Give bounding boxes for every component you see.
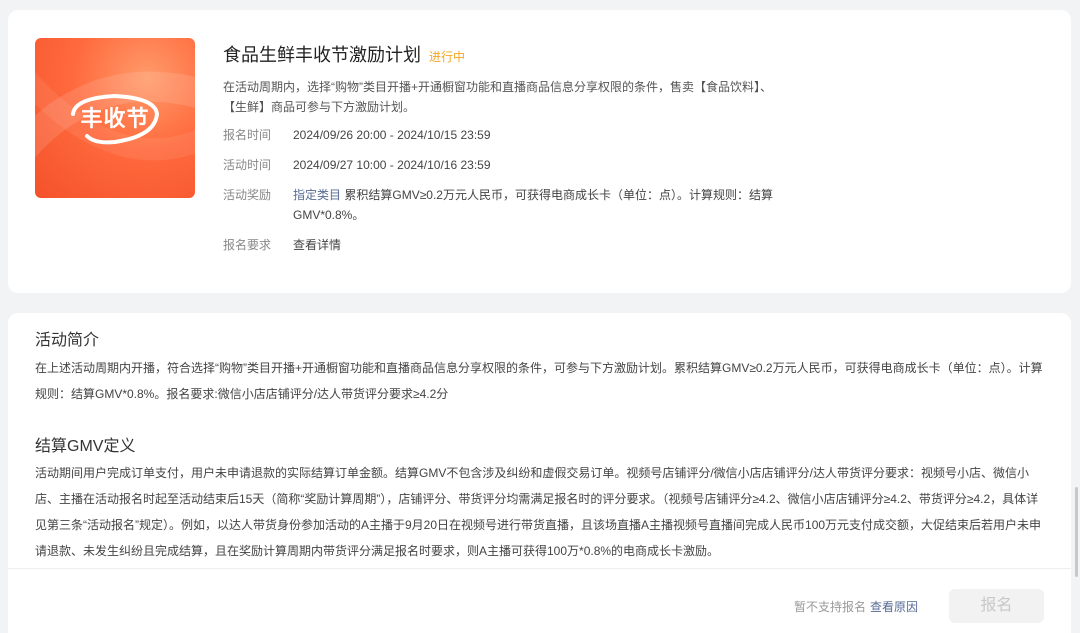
reward-label: 活动奖励 bbox=[223, 188, 272, 202]
intro-text: 在上述活动周期内开播，符合选择“购物”类目开播+开通橱窗功能和直播商品信息分享权… bbox=[35, 361, 1043, 401]
footer-bar: 暂不支持报名 查看原因 报名 bbox=[8, 568, 1071, 633]
status-badge: 进行中 bbox=[429, 50, 466, 64]
title-row: 食品生鲜丰收节激励计划 进行中 bbox=[223, 41, 465, 67]
gmv-heading: 结算GMV定义 bbox=[35, 438, 136, 455]
reward-row: 活动奖励 指定类目 累积结算GMV≥0.2万元人民币，可获得电商成长卡（单位：点… bbox=[223, 185, 793, 225]
footer-note: 暂不支持报名 查看原因 bbox=[794, 598, 918, 615]
signup-time-row: 报名时间 2024/09/26 20:00 - 2024/10/15 23:59 bbox=[223, 125, 491, 145]
requirement-label: 报名要求 bbox=[223, 238, 272, 252]
activity-time-label: 活动时间 bbox=[223, 158, 272, 172]
view-details-link[interactable]: 查看详情 bbox=[293, 235, 341, 255]
gmv-text: 活动期间用户完成订单支付，用户未申请退款的实际结算订单金额。结算GMV不包含涉及… bbox=[35, 466, 1042, 558]
requirement-row: 报名要求 查看详情 bbox=[223, 235, 341, 255]
banner-label: 丰收节 bbox=[80, 106, 150, 131]
signup-time-value: 2024/09/26 20:00 - 2024/10/15 23:59 bbox=[293, 128, 491, 142]
intro-heading: 活动简介 bbox=[35, 332, 100, 349]
category-link[interactable]: 指定类目 bbox=[293, 188, 341, 202]
view-reason-link[interactable]: 查看原因 bbox=[870, 600, 918, 614]
activity-title: 食品生鲜丰收节激励计划 bbox=[223, 45, 421, 65]
activity-description: 在活动周期内，选择“购物”类目开播+开通橱窗功能和直播商品信息分享权限的条件，售… bbox=[223, 80, 773, 114]
signup-time-label: 报名时间 bbox=[223, 128, 272, 142]
signup-button[interactable]: 报名 bbox=[949, 589, 1044, 623]
reward-value: 指定类目 累积结算GMV≥0.2万元人民币，可获得电商成长卡（单位：点）。计算规… bbox=[293, 185, 793, 225]
scrollbar-thumb[interactable] bbox=[1075, 487, 1078, 577]
activity-time-row: 活动时间 2024/09/27 10:00 - 2024/10/16 23:59 bbox=[223, 155, 491, 175]
activity-card: 丰收节 食品生鲜丰收节激励计划 进行中 在活动周期内，选择“购物”类目开播+开通… bbox=[8, 10, 1071, 293]
reward-text: 累积结算GMV≥0.2万元人民币，可获得电商成长卡（单位：点）。计算规则：结算G… bbox=[293, 188, 773, 222]
activity-time-value: 2024/09/27 10:00 - 2024/10/16 23:59 bbox=[293, 158, 491, 172]
activity-banner: 丰收节 bbox=[35, 38, 195, 198]
not-supported-text: 暂不支持报名 bbox=[793, 600, 866, 614]
